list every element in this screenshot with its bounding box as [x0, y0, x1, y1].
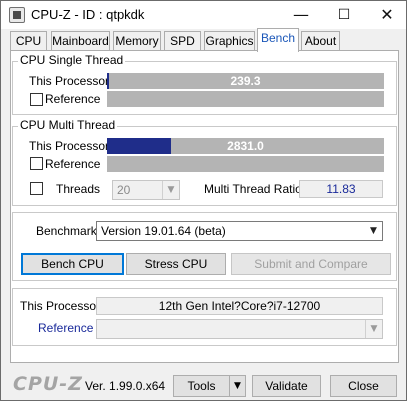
compare-reference-select[interactable]: ▼: [96, 319, 383, 339]
stress-cpu-button[interactable]: Stress CPU: [126, 253, 226, 275]
compare-this-processor-name: 12th Gen Intel?Core?i7-12700: [96, 297, 383, 315]
tab-spd[interactable]: SPD: [164, 31, 201, 51]
tab-about[interactable]: About: [301, 31, 340, 51]
close-window-button[interactable]: ✕: [370, 1, 404, 29]
multi-this-processor-label: This Processor: [29, 139, 110, 153]
single-thread-legend: CPU Single Thread: [18, 53, 126, 67]
tab-graphics[interactable]: Graphics: [204, 31, 255, 51]
tools-dropdown-button[interactable]: ▼: [229, 375, 246, 397]
multi-thread-ratio-label: Multi Thread Ratio: [204, 182, 302, 196]
benchmark-version-select[interactable]: Version 19.01.64 (beta) ▼: [96, 221, 383, 241]
single-reference-label: Reference: [45, 92, 101, 106]
tab-mainboard[interactable]: Mainboard: [51, 31, 110, 51]
compare-reference-label: Reference: [38, 321, 94, 335]
minimize-button[interactable]: —: [284, 1, 318, 29]
multi-thread-ratio-value: 11.83: [299, 180, 383, 198]
cpu-z-app-icon: [9, 7, 25, 23]
close-button[interactable]: Close: [330, 375, 397, 397]
multi-reference-checkbox[interactable]: [30, 157, 43, 170]
version-label: Ver. 1.99.0.x64: [85, 379, 166, 393]
submit-and-compare-button[interactable]: Submit and Compare: [231, 253, 391, 275]
multi-reference-label: Reference: [45, 157, 101, 171]
single-this-processor-label: This Processor: [29, 74, 110, 88]
bench-cpu-button[interactable]: Bench CPU: [21, 253, 124, 275]
benchmark-version-value: Version 19.01.64 (beta): [101, 224, 226, 238]
single-reference-bar: [107, 91, 384, 107]
single-this-processor-score: 239.3: [230, 74, 261, 88]
window-title: CPU-Z - ID : qtpkdk: [31, 7, 145, 22]
tab-cpu[interactable]: CPU: [10, 31, 47, 51]
single-reference-checkbox[interactable]: [30, 93, 43, 106]
threads-label: Threads: [56, 182, 101, 196]
chevron-down-icon: ▼: [162, 181, 179, 199]
multi-thread-legend: CPU Multi Thread: [18, 118, 118, 132]
tools-button[interactable]: Tools: [173, 375, 230, 397]
threads-select[interactable]: 20 ▼: [112, 180, 180, 200]
single-this-processor-bar: 239.3: [107, 73, 384, 89]
threads-select-value: 20: [117, 183, 131, 197]
chevron-down-icon: ▼: [370, 226, 377, 236]
multi-this-processor-bar: 2831.0: [107, 138, 384, 154]
benchmark-label: Benchmark: [36, 224, 97, 238]
title-bar[interactable]: CPU-Z - ID : qtpkdk — ☐ ✕: [1, 1, 406, 29]
multi-this-processor-score: 2831.0: [227, 139, 264, 153]
chevron-down-icon: ▼: [234, 381, 241, 391]
tab-bench[interactable]: Bench: [257, 28, 299, 52]
tab-memory[interactable]: Memory: [113, 31, 161, 51]
maximize-button[interactable]: ☐: [327, 1, 361, 29]
compare-this-processor-label: This Processor: [20, 299, 101, 313]
cpu-z-window: CPU-Z - ID : qtpkdk — ☐ ✕ CPU Mainboard …: [0, 0, 407, 401]
cpu-z-logo: CPU-Z: [13, 373, 83, 395]
threads-checkbox[interactable]: [30, 182, 43, 195]
multi-reference-bar: [107, 156, 384, 172]
validate-button[interactable]: Validate: [252, 375, 321, 397]
chevron-down-icon: ▼: [365, 320, 382, 338]
